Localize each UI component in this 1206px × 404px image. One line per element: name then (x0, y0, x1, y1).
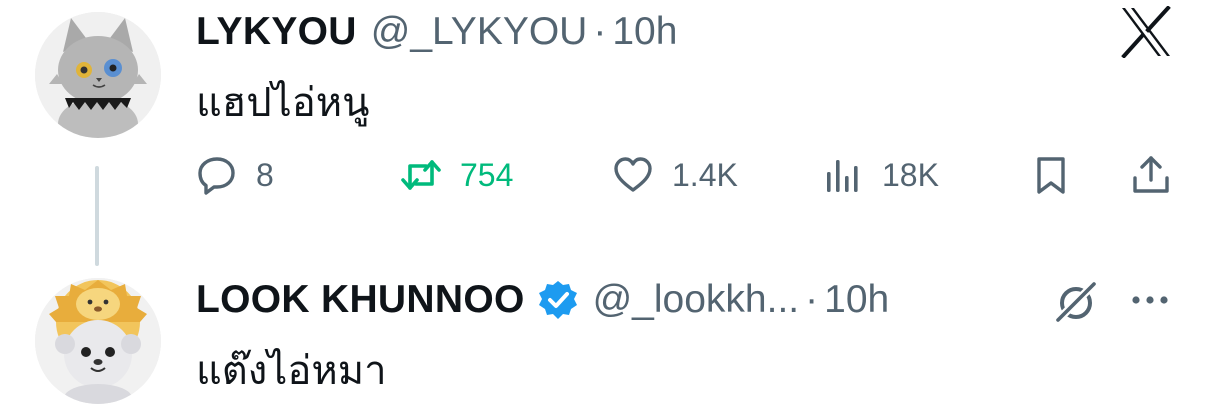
views-count: 18K (882, 156, 939, 193)
tweet-header: LYKYOU @_LYKYOU · 10h (196, 8, 677, 56)
share-button[interactable] (1130, 150, 1172, 200)
reply-icon (198, 157, 235, 195)
tweet-header: LOOK KHUNNOO @_lookkh... · 10h (196, 276, 889, 324)
repost-count: 754 (460, 156, 514, 193)
display-name[interactable]: LYKYOU (196, 8, 357, 56)
tweet-2[interactable]: LOOK KHUNNOO @_lookkh... · 10h แต๊งไอ่หม… (0, 270, 1206, 404)
share-icon (1133, 156, 1169, 193)
separator-dot: · (593, 10, 607, 53)
verified-badge-icon (537, 279, 579, 321)
tweet-1[interactable]: LYKYOU @_LYKYOU · 10h แฮปไอ่หนู 8 754 1.… (0, 0, 1206, 270)
avatar[interactable] (35, 278, 161, 404)
timestamp[interactable]: 10h (824, 276, 889, 324)
bar-chart-icon (827, 160, 858, 192)
heart-icon (614, 157, 652, 192)
reply-count: 8 (256, 156, 274, 193)
tweet-text: แฮปไอ่หนู (196, 80, 370, 126)
handle[interactable]: @_LYKYOU (371, 8, 588, 56)
more-icon[interactable] (1128, 290, 1172, 310)
thread-line (95, 166, 99, 266)
reply-button[interactable]: 8 (196, 150, 274, 200)
tweet-text: แต๊งไอ่หมา (196, 348, 387, 394)
avatar[interactable] (35, 12, 161, 138)
display-name[interactable]: LOOK KHUNNOO (196, 276, 525, 324)
like-count: 1.4K (672, 156, 738, 193)
repost-icon (401, 160, 441, 190)
handle[interactable]: @_lookkh... (593, 276, 800, 324)
bookmark-icon (1037, 157, 1065, 194)
bookmark-button[interactable] (1030, 150, 1072, 200)
timestamp[interactable]: 10h (612, 8, 677, 56)
grok-icon[interactable] (1052, 278, 1100, 326)
like-button[interactable]: 1.4K (612, 150, 738, 200)
x-logo-icon[interactable] (1118, 5, 1174, 59)
lion-hood-plush-avatar-icon (35, 278, 161, 404)
separator-dot: · (805, 278, 819, 321)
gray-cat-plush-avatar-icon (35, 12, 161, 138)
views-button[interactable]: 18K (822, 150, 939, 200)
repost-button[interactable]: 754 (400, 150, 513, 200)
